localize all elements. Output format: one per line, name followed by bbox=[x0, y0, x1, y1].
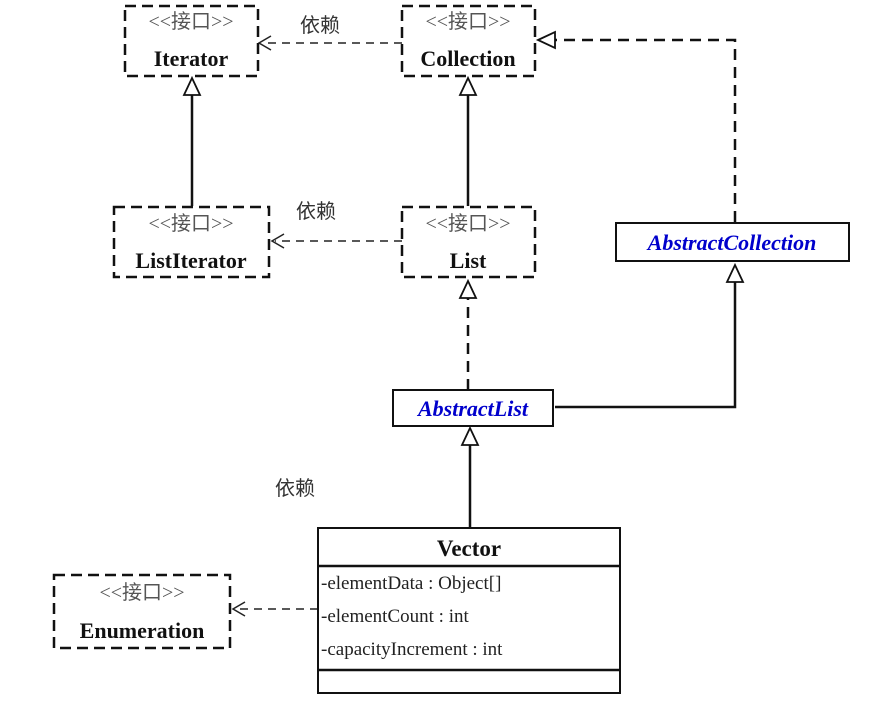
inheritance-arrowhead bbox=[460, 425, 480, 446]
interface-list[interactable]: <<接口>> List bbox=[400, 205, 537, 279]
interface-name: List bbox=[450, 248, 487, 273]
interface-name: Iterator bbox=[154, 46, 229, 71]
attribute-capacityincrement: -capacityIncrement : int bbox=[321, 639, 503, 660]
interface-enumeration[interactable]: <<接口>> Enumeration bbox=[52, 573, 232, 650]
inheritance-arrowhead bbox=[458, 75, 478, 96]
interface-iterator[interactable]: <<接口>> Iterator bbox=[123, 4, 260, 78]
attribute-elementcount: -elementCount : int bbox=[321, 606, 469, 627]
stereotype-label: <<接口>> bbox=[425, 10, 510, 33]
realization-arrowhead bbox=[535, 30, 556, 50]
class-name: AbstractCollection bbox=[646, 230, 817, 255]
inheritance-arrowhead bbox=[725, 262, 745, 283]
interface-listiterator[interactable]: <<接口>> ListIterator bbox=[112, 205, 271, 279]
inheritance-arrowhead bbox=[182, 75, 202, 96]
class-name: Vector bbox=[437, 536, 501, 561]
interface-collection[interactable]: <<接口>> Collection bbox=[400, 4, 537, 78]
interface-name: ListIterator bbox=[135, 248, 246, 273]
dependency-label: 依赖 bbox=[275, 476, 315, 500]
class-vector[interactable]: Vector -elementData : Object[] -elementC… bbox=[317, 527, 621, 694]
class-diagram: 依赖 依赖 依赖 <<接口>> Iterator <<接口>> Collecti… bbox=[52, 4, 850, 694]
stereotype-label: <<接口>> bbox=[148, 10, 233, 33]
realization-abstractcollection-collection bbox=[555, 38, 737, 222]
class-name: AbstractList bbox=[416, 396, 529, 421]
interface-name: Collection bbox=[420, 46, 515, 71]
realization-arrowhead bbox=[458, 278, 478, 299]
abstract-class-abstractcollection[interactable]: AbstractCollection bbox=[615, 222, 850, 262]
stereotype-label: <<接口>> bbox=[99, 581, 184, 604]
interface-name: Enumeration bbox=[80, 618, 205, 643]
stereotype-label: <<接口>> bbox=[425, 212, 510, 235]
dependency-label: 依赖 bbox=[296, 199, 336, 223]
attribute-elementdata: -elementData : Object[] bbox=[321, 573, 501, 594]
abstract-class-abstractlist[interactable]: AbstractList bbox=[392, 389, 554, 427]
stereotype-label: <<接口>> bbox=[148, 212, 233, 235]
dependency-label: 依赖 bbox=[300, 13, 340, 37]
generalization-abstractlist-abstractcollection bbox=[555, 282, 737, 409]
